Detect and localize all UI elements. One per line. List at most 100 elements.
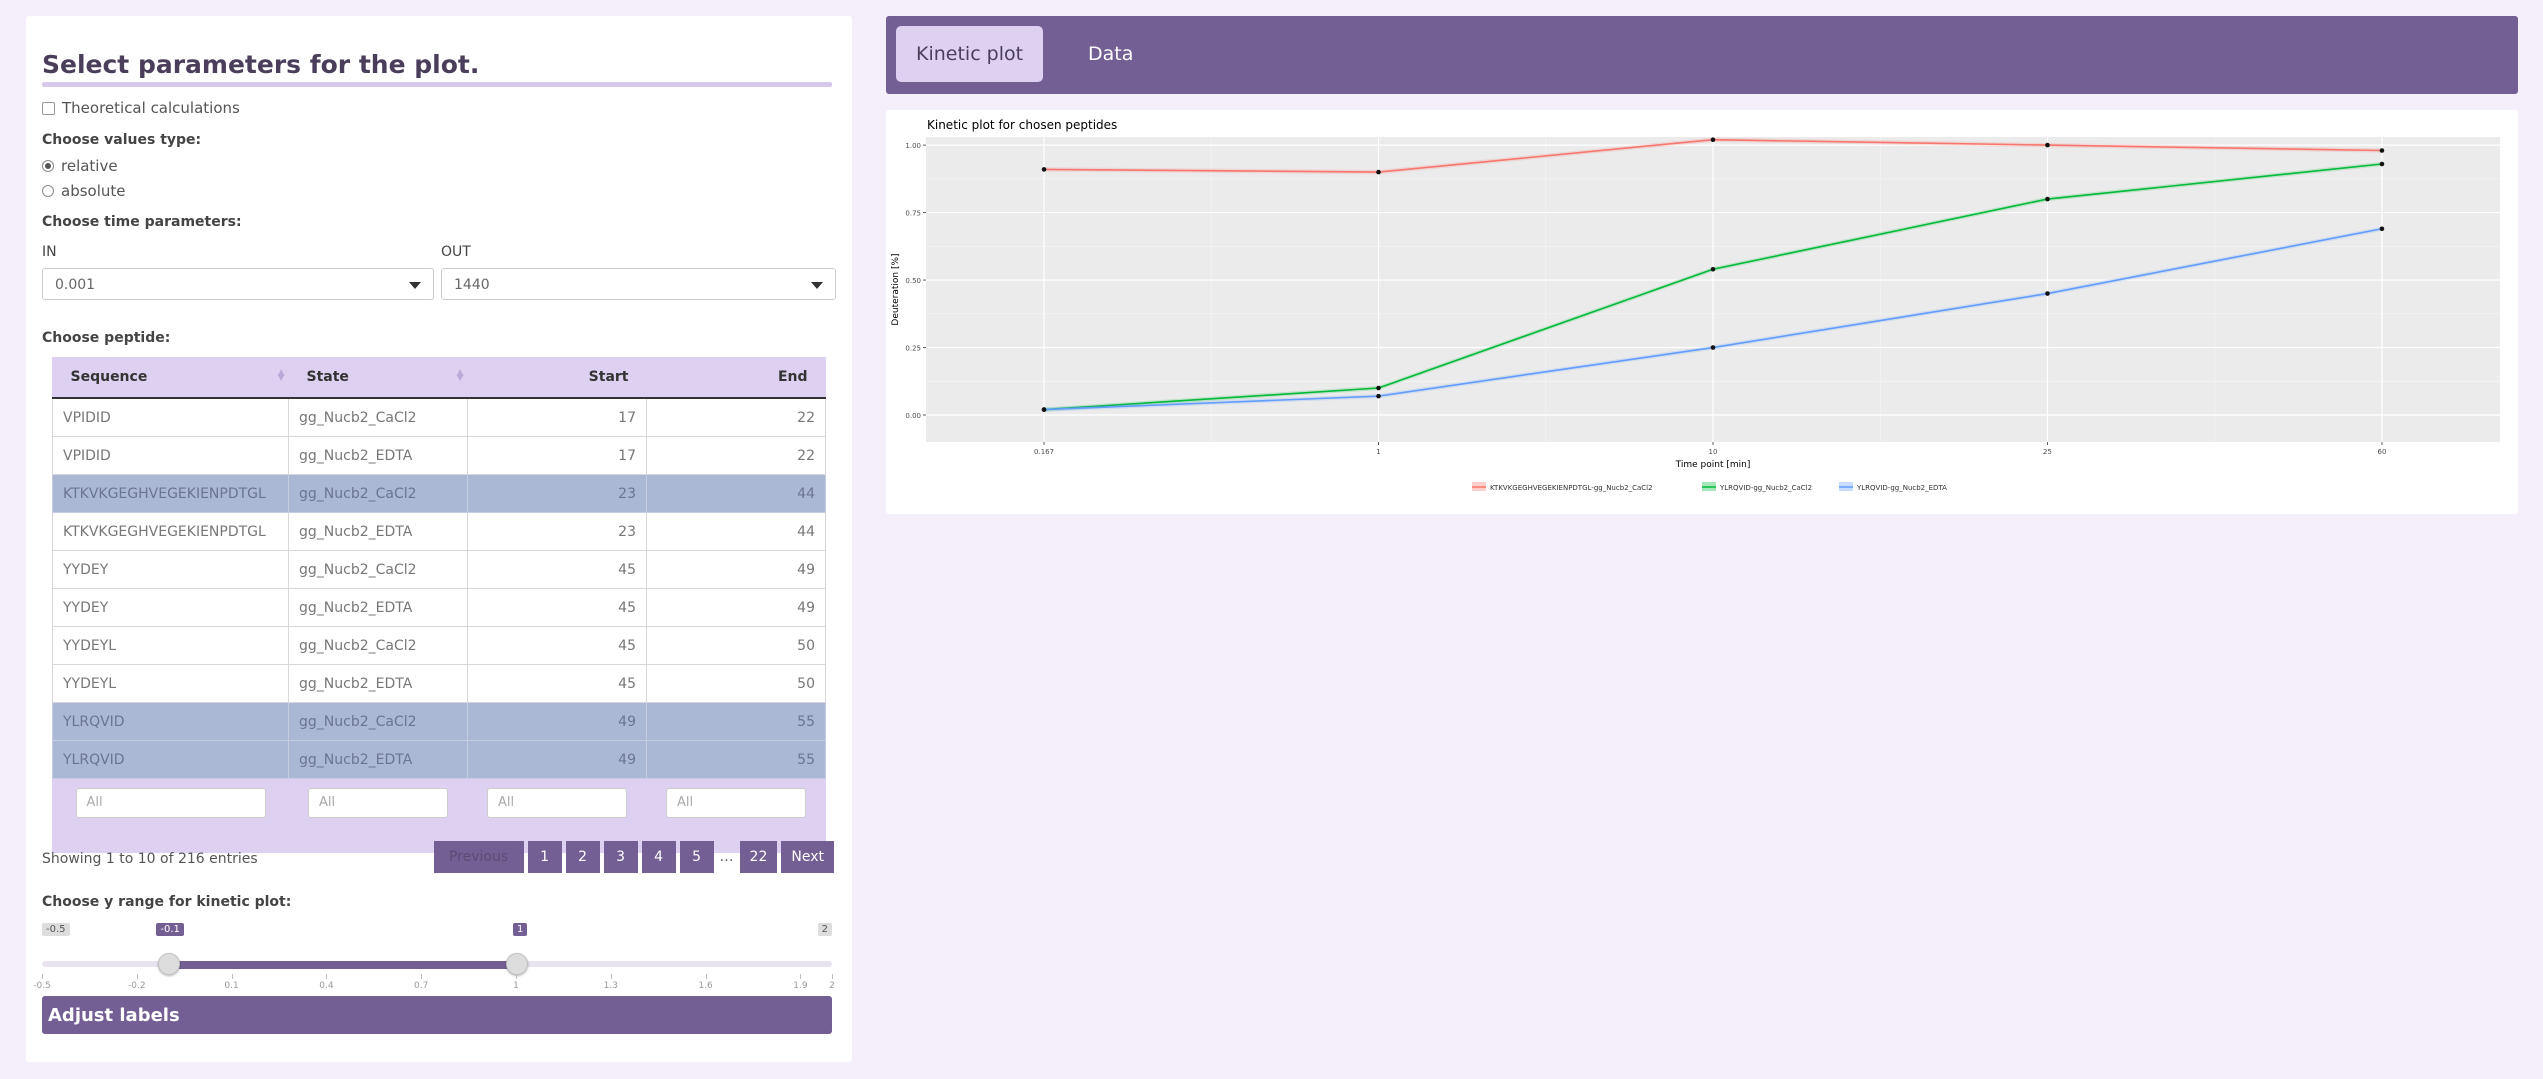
y-tick-label: 0.00 xyxy=(905,412,921,420)
next-button[interactable]: Next xyxy=(781,841,834,873)
table-cell-sequence: YLRQVID xyxy=(52,702,289,741)
column-header-state[interactable]: State ▲ ▼ xyxy=(288,357,468,399)
slider-tick xyxy=(136,974,138,979)
page-button-4[interactable]: 4 xyxy=(641,841,676,873)
table-cell-end: 44 xyxy=(646,474,826,513)
out-select[interactable]: 1440 xyxy=(441,268,836,300)
table-row[interactable]: YYDEY gg_Nucb2_EDTA 45 49 xyxy=(52,588,826,627)
slider-tick-label: 1 xyxy=(513,981,519,991)
legend-label: KTKVKGEGHVEGEKIENPDTGL-gg_Nucb2_CaCl2 xyxy=(1490,484,1653,492)
table-row[interactable]: YYDEYL gg_Nucb2_EDTA 45 50 xyxy=(52,664,826,703)
table-row[interactable]: YLRQVID gg_Nucb2_CaCl2 49 55 xyxy=(52,702,826,741)
table-row[interactable]: KTKVKGEGHVEGEKIENPDTGL gg_Nucb2_CaCl2 23 44 xyxy=(52,474,826,513)
sort-icon: ▲ ▼ xyxy=(277,368,285,383)
theoretical-checkbox[interactable] xyxy=(42,101,55,115)
table-cell-sequence: KTKVKGEGHVEGEKIENPDTGL xyxy=(52,512,289,551)
values-type-label: Choose values type: xyxy=(42,132,202,148)
tab-kinetic-plot[interactable]: Kinetic plot xyxy=(896,26,1044,82)
previous-button[interactable]: Previous xyxy=(433,841,524,873)
table-row[interactable]: VPIDID gg_Nucb2_EDTA 17 22 xyxy=(52,436,826,475)
table-row[interactable]: YYDEYL gg_Nucb2_CaCl2 45 50 xyxy=(52,626,826,665)
chevron-down-icon xyxy=(811,282,823,289)
table-cell-state: gg_Nucb2_EDTA xyxy=(288,664,468,703)
page-button-2[interactable]: 2 xyxy=(565,841,600,873)
data-point xyxy=(1041,407,1047,412)
table-row[interactable]: VPIDID gg_Nucb2_CaCl2 17 22 xyxy=(52,397,826,437)
theoretical-label: Theoretical calculations xyxy=(62,99,240,117)
data-point xyxy=(2045,291,2050,296)
page-button-5[interactable]: 5 xyxy=(679,841,714,873)
table-cell-sequence: YYDEYL xyxy=(52,664,289,703)
column-header-sequence[interactable]: Sequence ▲ ▼ xyxy=(52,357,289,399)
radio-absolute-button[interactable] xyxy=(42,185,54,197)
slider-min-tag: -0.5 xyxy=(42,923,70,936)
y-tick-label: 0.25 xyxy=(905,345,921,353)
y-range-label: Choose y range for kinetic plot: xyxy=(42,894,292,910)
x-tick-label: 0.167 xyxy=(1034,448,1054,456)
y-range-slider[interactable]: -0.5 2 -0.1 1 -0.5 -0.2 0.1 0.4 0.7 1 1.3 1.6 1.… xyxy=(33,922,835,994)
filter-input-state[interactable]: All xyxy=(308,788,448,818)
in-select[interactable]: 0.001 xyxy=(42,268,434,300)
table-cell-start: 45 xyxy=(467,626,647,665)
filter-input-start[interactable]: All xyxy=(487,788,627,818)
out-select-value: 1440 xyxy=(454,277,490,293)
table-cell-end: 22 xyxy=(646,436,826,475)
slider-grid: -0.5 -0.2 0.1 0.4 0.7 1 1.3 1.6 1.9 2 xyxy=(33,974,835,994)
column-header-end[interactable]: End xyxy=(646,357,826,399)
slider-tick xyxy=(516,974,517,979)
table-cell-state: gg_Nucb2_CaCl2 xyxy=(288,702,468,741)
radio-absolute[interactable]: absolute xyxy=(42,182,126,200)
filter-input-end[interactable]: All xyxy=(666,788,806,818)
peptide-table: Sequence ▲ ▼ State ▲ ▼ Start End VPIDID gg_Nu… xyxy=(52,357,826,827)
filter-row: All All All All xyxy=(52,778,826,827)
theoretical-checkbox-row[interactable]: Theoretical calculations xyxy=(42,99,240,117)
page-button-last[interactable]: 22 xyxy=(739,841,778,873)
table-cell-sequence: VPIDID xyxy=(52,436,289,475)
column-header-start[interactable]: Start xyxy=(467,357,647,399)
page-button-3[interactable]: 3 xyxy=(603,841,638,873)
time-params-label: Choose time parameters: xyxy=(42,214,242,230)
page-button-1[interactable]: 1 xyxy=(527,841,562,873)
data-point xyxy=(1376,393,1381,399)
filter-input-sequence[interactable]: All xyxy=(75,788,266,818)
slider-from-handle[interactable] xyxy=(158,953,181,975)
table-cell-sequence: KTKVKGEGHVEGEKIENPDTGL xyxy=(52,474,289,513)
table-cell-state: gg_Nucb2_CaCl2 xyxy=(288,474,468,513)
table-cell-state: gg_Nucb2_CaCl2 xyxy=(288,397,468,437)
panel-title: Select parameters for the plot. xyxy=(42,50,480,79)
kinetic-plot-chart: Kinetic plot for chosen peptides 0.00 0.25… xyxy=(891,118,2500,492)
in-select-value: 0.001 xyxy=(55,277,96,293)
chart-title: Kinetic plot for chosen peptides xyxy=(927,118,1117,132)
in-label: IN xyxy=(42,244,57,260)
table-row[interactable]: YYDEY gg_Nucb2_CaCl2 45 49 xyxy=(52,550,826,589)
table-cell-end: 50 xyxy=(646,626,826,665)
table-cell-sequence: YYDEY xyxy=(52,550,289,589)
tab-data[interactable]: Data xyxy=(1068,26,1153,82)
adjust-labels-button[interactable]: Adjust labels xyxy=(42,996,832,1034)
table-row[interactable]: KTKVKGEGHVEGEKIENPDTGL gg_Nucb2_EDTA 23 44 xyxy=(52,512,826,551)
slider-to-handle[interactable] xyxy=(506,953,528,975)
slider-tick-label: 0.1 xyxy=(224,981,239,991)
x-tick-label: 1 xyxy=(1376,448,1380,456)
y-axis-label: Deuteration [%] xyxy=(891,253,901,325)
radio-relative[interactable]: relative xyxy=(42,157,118,175)
data-point xyxy=(2379,148,2385,153)
data-point xyxy=(2379,161,2385,167)
radio-relative-button[interactable] xyxy=(42,160,54,172)
table-cell-state: gg_Nucb2_EDTA xyxy=(288,512,468,551)
parameters-panel: Select parameters for the plot. Theoreti… xyxy=(26,16,852,1062)
data-point xyxy=(1710,137,1716,142)
out-label: OUT xyxy=(441,244,471,260)
radio-relative-label: relative xyxy=(61,157,118,175)
legend-label: YLRQVID-gg_Nucb2_EDTA xyxy=(1856,484,1947,492)
slider-tick-label: 0.7 xyxy=(414,981,429,991)
data-point xyxy=(2045,142,2050,148)
table-cell-end: 49 xyxy=(646,550,826,589)
table-row[interactable]: YLRQVID gg_Nucb2_EDTA 49 55 xyxy=(52,740,826,779)
table-cell-start: 17 xyxy=(467,436,647,475)
table-cell-start: 23 xyxy=(467,474,647,513)
x-tick-label: 60 xyxy=(2377,448,2386,456)
data-point xyxy=(1376,385,1381,391)
table-cell-end: 55 xyxy=(646,702,826,741)
y-tick-label: 0.50 xyxy=(905,277,921,285)
